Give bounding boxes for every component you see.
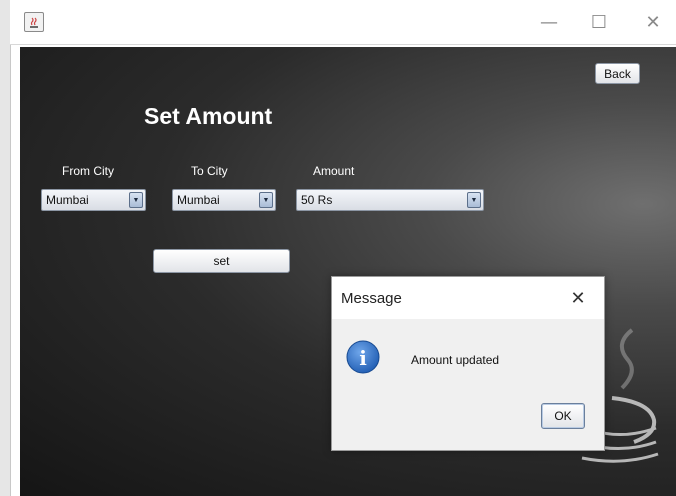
- desktop-edge: [0, 0, 11, 496]
- ok-button[interactable]: OK: [541, 403, 585, 429]
- set-button[interactable]: set: [153, 249, 290, 273]
- dialog-message: Amount updated: [411, 353, 500, 367]
- dialog-titlebar: Message ✕: [332, 277, 604, 319]
- message-dialog: Message ✕ i Amount updated OK: [331, 276, 605, 451]
- to-city-label: To City: [191, 164, 228, 178]
- main-panel: Back Set Amount From City To City Amount…: [20, 47, 676, 496]
- from-city-select[interactable]: Mumbai ▼: [41, 189, 146, 211]
- maximize-button[interactable]: ☐: [584, 8, 614, 36]
- page-title: Set Amount: [144, 103, 273, 129]
- back-button[interactable]: Back: [595, 63, 640, 84]
- to-city-select[interactable]: Mumbai ▼: [172, 189, 276, 211]
- from-city-value: Mumbai: [46, 193, 89, 207]
- to-city-value: Mumbai: [177, 193, 220, 207]
- window-titlebar: — ☐ ✕: [10, 0, 676, 45]
- chevron-down-icon[interactable]: ▼: [259, 192, 273, 208]
- info-icon-letter: i: [359, 346, 367, 370]
- dialog-close-button[interactable]: ✕: [566, 286, 590, 310]
- minimize-button[interactable]: —: [534, 8, 564, 36]
- close-window-button[interactable]: ✕: [638, 8, 668, 36]
- java-app-icon: [24, 12, 44, 32]
- chevron-down-icon[interactable]: ▼: [467, 192, 481, 208]
- amount-select[interactable]: 50 Rs ▼: [296, 189, 484, 211]
- from-city-label: From City: [62, 164, 114, 178]
- amount-value: 50 Rs: [301, 193, 333, 207]
- dialog-title: Message: [341, 290, 402, 307]
- chevron-down-icon[interactable]: ▼: [129, 192, 143, 208]
- info-icon: i: [346, 340, 380, 374]
- amount-label: Amount: [313, 164, 355, 178]
